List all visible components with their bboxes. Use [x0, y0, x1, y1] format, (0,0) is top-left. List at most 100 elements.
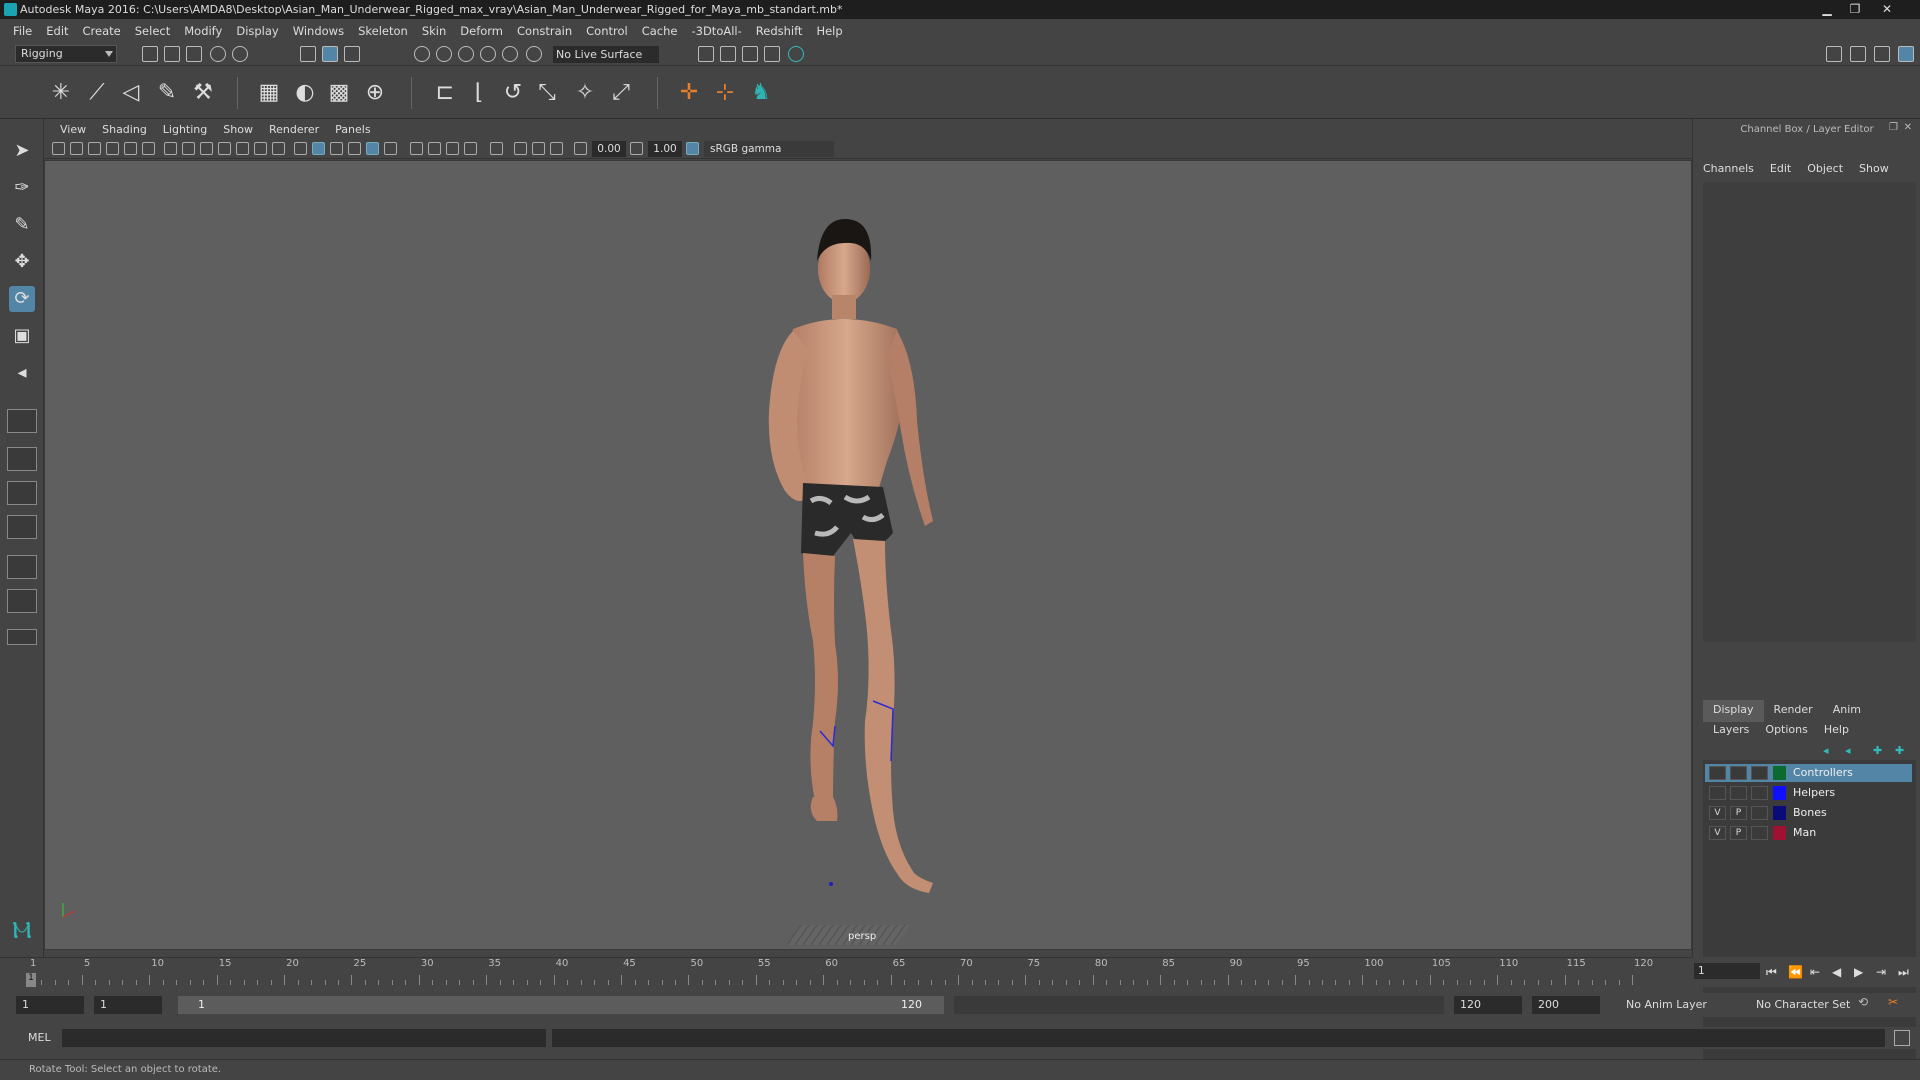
layer-color-swatch[interactable]	[1773, 786, 1786, 800]
layer-row-controllers[interactable]: Controllers	[1705, 764, 1912, 782]
paint-weights-icon[interactable]: ⚒	[190, 80, 216, 106]
image-plane-icon[interactable]	[106, 142, 119, 155]
menu-edit[interactable]: Edit	[39, 24, 75, 38]
four-pane-layout-button[interactable]	[7, 447, 37, 471]
channel-list[interactable]	[1703, 182, 1916, 642]
panel-menu-shading[interactable]: Shading	[94, 123, 155, 136]
float-icon[interactable]: ❐	[1889, 122, 1898, 133]
layer-display-type-toggle[interactable]	[1751, 806, 1768, 820]
layer-row-helpers[interactable]: Helpers	[1705, 784, 1912, 802]
start-time-field[interactable]: 1	[16, 996, 84, 1014]
layer-color-swatch[interactable]	[1773, 826, 1786, 840]
cluster-icon[interactable]: ▦	[256, 80, 282, 106]
multisample-aa-icon[interactable]	[446, 142, 459, 155]
layer-playback-toggle[interactable]	[1730, 786, 1747, 800]
xray-joints-icon[interactable]	[550, 142, 563, 155]
menu-file[interactable]: File	[6, 24, 39, 38]
render-view-icon[interactable]	[788, 46, 804, 62]
lattice-icon[interactable]: ▩	[326, 80, 352, 106]
new-layer-selected-icon[interactable]: ✚	[1895, 744, 1904, 757]
menu-constrain[interactable]: Constrain	[510, 24, 579, 38]
panel-menu-show[interactable]: Show	[215, 123, 261, 136]
xray-icon[interactable]	[514, 142, 527, 155]
step-back-key-icon[interactable]: ⇤	[1810, 965, 1820, 979]
layer-visibility-toggle[interactable]: V	[1709, 806, 1726, 820]
isolate-select-icon[interactable]	[490, 142, 503, 155]
menu-3dtoall[interactable]: -3DtoAll-	[684, 24, 748, 38]
layer-color-swatch[interactable]	[1773, 806, 1786, 820]
camera-attributes-icon[interactable]	[70, 142, 83, 155]
range-bar[interactable]: 1 120	[178, 996, 944, 1014]
move-layer-up-icon[interactable]: ◂	[1823, 744, 1829, 757]
field-chart-icon[interactable]	[236, 142, 249, 155]
menu-cache[interactable]: Cache	[635, 24, 685, 38]
end-time-field[interactable]: 120	[1454, 996, 1522, 1014]
resolution-gate-icon[interactable]	[200, 142, 213, 155]
move-layer-down-icon[interactable]: ◂	[1845, 744, 1851, 757]
xray-active-icon[interactable]	[532, 142, 545, 155]
safe-action-icon[interactable]	[254, 142, 267, 155]
film-gate-icon[interactable]	[182, 142, 195, 155]
wireframe-icon[interactable]	[294, 142, 307, 155]
layer-display-type-toggle[interactable]	[1751, 766, 1768, 780]
screen-space-ao-icon[interactable]	[410, 142, 423, 155]
panel-menu-view[interactable]: View	[52, 123, 94, 136]
textured-icon[interactable]	[348, 142, 361, 155]
layer-playback-toggle[interactable]: P	[1730, 826, 1747, 840]
tab-render[interactable]: Render	[1764, 700, 1823, 722]
new-layer-icon[interactable]: ✚	[1873, 744, 1882, 757]
2d-pan-zoom-icon[interactable]	[124, 142, 137, 155]
play-forwards-icon[interactable]: ▶	[1854, 965, 1863, 979]
custom-layout-button[interactable]	[7, 629, 37, 645]
go-to-start-icon[interactable]: ⏮	[1766, 965, 1777, 980]
locator-constraint-icon[interactable]: ⊹	[712, 80, 738, 106]
single-pane-layout-button[interactable]	[7, 409, 37, 433]
last-tool-icon[interactable]: ◂	[9, 360, 35, 386]
open-scene-icon[interactable]	[164, 46, 180, 62]
locator-icon[interactable]: ✛	[676, 80, 702, 106]
layer-row-bones[interactable]: V P Bones	[1705, 804, 1912, 822]
auto-key-icon[interactable]: ⟲	[1858, 995, 1868, 1009]
lasso-tool-icon[interactable]: ✑	[9, 175, 35, 201]
tab-anim[interactable]: Anim	[1823, 700, 1871, 722]
exposure-field[interactable]: 0.00	[592, 141, 626, 157]
point-constraint-icon[interactable]: ⊏	[432, 80, 458, 106]
render-current-icon[interactable]	[698, 46, 714, 62]
snap-view-plane-icon[interactable]	[480, 46, 496, 62]
menu-help[interactable]: Help	[809, 24, 849, 38]
new-scene-icon[interactable]	[142, 46, 158, 62]
bookmark-icon[interactable]	[88, 142, 101, 155]
hypershade-layout-button[interactable]	[7, 589, 37, 613]
channel-box-menu-show[interactable]: Show	[1859, 162, 1889, 175]
safe-title-icon[interactable]	[272, 142, 285, 155]
paint-select-tool-icon[interactable]: ✎	[9, 212, 35, 238]
wrap-icon[interactable]: ⊕	[362, 80, 388, 106]
two-pane-layout-button[interactable]	[7, 481, 37, 505]
command-input[interactable]	[62, 1029, 546, 1047]
snap-grid-icon[interactable]	[414, 46, 430, 62]
play-backwards-icon[interactable]: ◀	[1832, 965, 1841, 979]
aim-constraint-icon[interactable]: ⌊	[466, 80, 492, 106]
layer-menu-options[interactable]: Options	[1765, 723, 1807, 736]
view-transform-dropdown[interactable]: sRGB gamma	[704, 141, 834, 157]
close-button[interactable]: ✕	[1870, 0, 1904, 19]
tab-display[interactable]: Display	[1703, 700, 1764, 722]
layer-visibility-toggle[interactable]	[1709, 786, 1726, 800]
ik-spline-icon[interactable]: ◁	[118, 80, 144, 106]
save-scene-icon[interactable]	[186, 46, 202, 62]
select-components-icon[interactable]	[344, 46, 360, 62]
move-tool-icon[interactable]: ✥	[9, 249, 35, 275]
gate-mask-icon[interactable]	[218, 142, 231, 155]
rotate-tool-icon[interactable]: ⟳	[9, 286, 35, 312]
menu-create[interactable]: Create	[76, 24, 128, 38]
animation-end-field[interactable]: 200	[1532, 996, 1600, 1014]
default-lighting-icon[interactable]	[330, 142, 343, 155]
select-objects-icon[interactable]	[322, 46, 338, 62]
layer-row-man[interactable]: V P Man	[1705, 824, 1912, 842]
ipr-render-icon[interactable]	[720, 46, 736, 62]
hik-icon[interactable]: ♞	[748, 80, 774, 106]
scale-tool-icon[interactable]: ▣	[9, 323, 35, 349]
channel-box-menu-channels[interactable]: Channels	[1703, 162, 1754, 175]
motion-blur-icon[interactable]	[428, 142, 441, 155]
layer-menu-layers[interactable]: Layers	[1713, 723, 1749, 736]
